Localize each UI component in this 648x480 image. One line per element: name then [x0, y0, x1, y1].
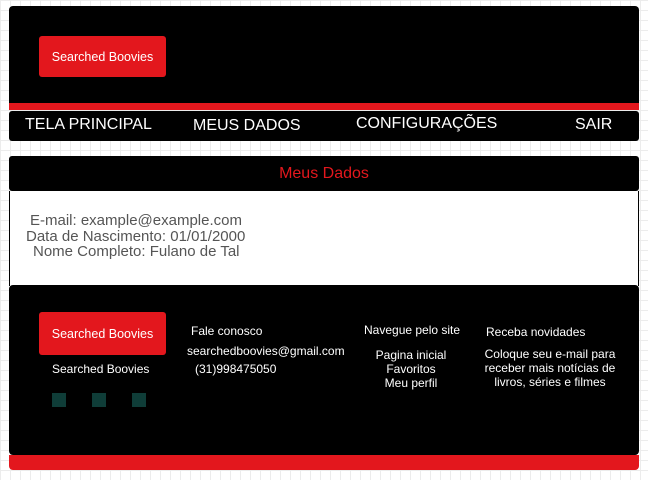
social-icon-1[interactable]: [52, 393, 66, 407]
footer-brand-name: Searched Boovies: [52, 362, 150, 376]
footer-brand-button[interactable]: Searched Boovies: [39, 312, 166, 355]
contact-title: Fale conosco: [191, 324, 263, 338]
full-name-field: Nome Completo: Fulano de Tal: [33, 243, 240, 260]
section-header: Meus Dados: [9, 156, 639, 191]
nav-item-sair[interactable]: SAIR: [575, 116, 612, 134]
newsletter-text-line-3: livros, séries e filmes: [494, 375, 606, 389]
newsletter-text-line-2: receber mais notícias de: [484, 361, 616, 375]
footer-link-meu-perfil[interactable]: Meu perfil: [364, 376, 458, 390]
brand-logo-button[interactable]: Searched Boovies: [39, 36, 166, 77]
nav-item-tela-principal[interactable]: TELA PRINCIPAL: [25, 116, 152, 134]
social-icon-3[interactable]: [132, 393, 146, 407]
footer-link-favoritos[interactable]: Favoritos: [364, 362, 458, 376]
header-accent-stripe: [9, 103, 639, 110]
social-icon-2[interactable]: [92, 393, 106, 407]
footer-nav-title: Navegue pelo site: [364, 323, 461, 337]
newsletter-text-line-1: Coloque seu e-mail para: [484, 347, 616, 361]
nav-item-meus-dados[interactable]: MEUS DADOS: [193, 117, 301, 135]
email-field: E-mail: example@example.com: [30, 212, 242, 229]
contact-phone: (31)998475050: [195, 362, 277, 376]
footer-accent-stripe: [9, 455, 639, 470]
nav-item-configuracoes[interactable]: CONFIGURAÇÕES: [356, 115, 497, 133]
footer-link-pagina-inicial[interactable]: Pagina inicial: [364, 348, 458, 362]
contact-email[interactable]: searchedboovies@gmail.com: [187, 344, 345, 358]
newsletter-title: Receba novidades: [486, 325, 586, 339]
page-title: Meus Dados: [279, 164, 369, 182]
